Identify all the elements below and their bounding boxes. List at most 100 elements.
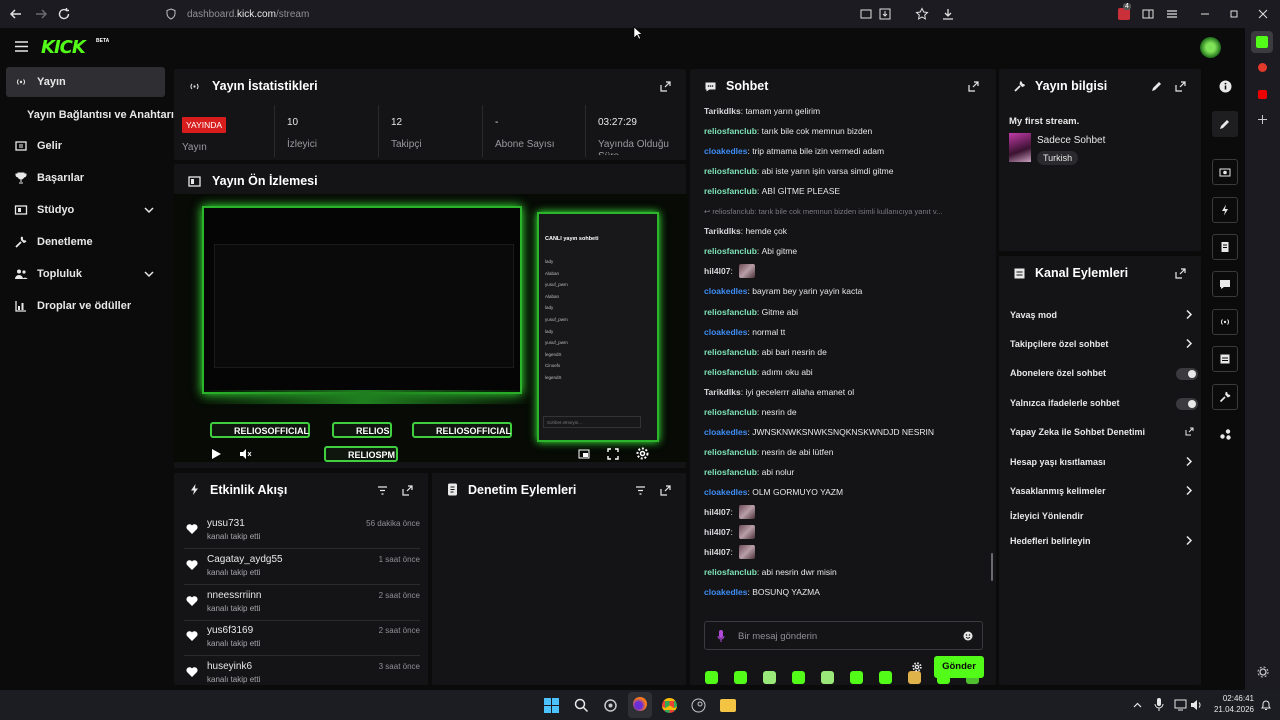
chat-username[interactable]: reliosfanclub bbox=[704, 407, 757, 417]
sidebar-item-yayin[interactable]: Yayın bbox=[6, 67, 165, 97]
mute-icon[interactable] bbox=[239, 448, 252, 460]
category-name[interactable]: Sadece Sohbet bbox=[1037, 135, 1105, 146]
microphone-icon[interactable] bbox=[1154, 698, 1164, 711]
close-window-icon[interactable] bbox=[1256, 7, 1270, 21]
firefox-taskbar-button[interactable] bbox=[628, 692, 652, 718]
widgets-icon[interactable] bbox=[603, 698, 618, 713]
channel-action-ai-moderation[interactable]: Yapay Zeka ile Sohbet Denetimi bbox=[1010, 425, 1194, 439]
chrome-icon[interactable] bbox=[662, 698, 677, 713]
activity-user[interactable]: huseyink6 bbox=[207, 661, 252, 672]
chat-username[interactable]: reliosfanclub bbox=[704, 347, 757, 357]
windows-start-icon[interactable] bbox=[544, 698, 559, 713]
rail-chat-button[interactable] bbox=[1212, 271, 1238, 297]
save-icon[interactable] bbox=[878, 7, 892, 21]
search-icon[interactable] bbox=[574, 698, 589, 713]
reload-icon[interactable] bbox=[57, 7, 71, 21]
notification-bell-icon[interactable] bbox=[1260, 699, 1272, 711]
chat-username[interactable]: hil4l07 bbox=[704, 266, 730, 276]
pocket-icon[interactable] bbox=[1258, 63, 1267, 72]
emote-button[interactable] bbox=[850, 671, 863, 684]
user-avatar[interactable] bbox=[1200, 37, 1221, 58]
emote-only-toggle[interactable] bbox=[1176, 398, 1198, 410]
volume-icon[interactable] bbox=[1190, 699, 1202, 711]
network-icon[interactable] bbox=[1174, 699, 1187, 711]
chat-username[interactable]: reliosfanclub bbox=[704, 186, 757, 196]
bookmark-star-icon[interactable] bbox=[915, 7, 929, 21]
chat-username[interactable]: hil4l07 bbox=[704, 507, 730, 517]
menu-icon[interactable] bbox=[1165, 7, 1179, 21]
chat-username[interactable]: reliosfanclub bbox=[704, 467, 757, 477]
rail-channel-actions-button[interactable] bbox=[1212, 346, 1238, 372]
chat-username[interactable]: cloakedles bbox=[704, 286, 747, 296]
rail-stream-info-button[interactable] bbox=[1212, 384, 1238, 410]
emote-button[interactable] bbox=[821, 671, 834, 684]
emote-button[interactable] bbox=[879, 671, 892, 684]
sidebar-item-stream-key[interactable]: Yayın Bağlantısı ve Anahtarı bbox=[20, 100, 179, 130]
chat-username[interactable]: cloakedles bbox=[704, 427, 747, 437]
chat-username[interactable]: cloakedles bbox=[704, 587, 747, 597]
chat-scrollbar[interactable] bbox=[991, 553, 993, 581]
chat-username[interactable]: reliosfanclub bbox=[704, 246, 757, 256]
hamburger-icon[interactable] bbox=[15, 41, 28, 52]
emote-button[interactable] bbox=[734, 671, 747, 684]
kick-logo[interactable]: KICK bbox=[41, 37, 86, 58]
address-bar[interactable]: dashboard.kick.com/stream bbox=[165, 5, 945, 23]
sidebar-toggle-icon[interactable] bbox=[1141, 7, 1155, 21]
popout-icon[interactable] bbox=[402, 485, 413, 496]
minimize-icon[interactable] bbox=[1198, 7, 1212, 21]
popout-icon[interactable] bbox=[660, 81, 671, 92]
popout-icon[interactable] bbox=[968, 81, 979, 92]
file-explorer-icon[interactable] bbox=[720, 699, 736, 712]
back-icon[interactable] bbox=[9, 7, 23, 21]
chat-username[interactable]: Tarikdlks bbox=[704, 387, 741, 397]
chat-username[interactable]: reliosfanclub bbox=[704, 447, 757, 457]
youtube-icon[interactable] bbox=[1258, 90, 1267, 99]
taskbar-clock[interactable]: 02:46:41 21.04.2026 bbox=[1210, 693, 1254, 715]
emote-button[interactable] bbox=[792, 671, 805, 684]
add-sidebar-icon[interactable] bbox=[1257, 114, 1268, 125]
stream-preview-video[interactable]: CANLI yayın sohbeti lady Alaban yusuf_pw… bbox=[174, 194, 688, 462]
popout-icon[interactable] bbox=[1175, 81, 1186, 92]
send-button[interactable]: Gönder bbox=[934, 656, 984, 678]
kick-sidebar-tab[interactable] bbox=[1251, 31, 1273, 53]
chat-username[interactable]: Tarikdlks bbox=[704, 226, 741, 236]
screenshot-icon[interactable] bbox=[859, 7, 873, 21]
forward-icon[interactable] bbox=[34, 7, 48, 21]
sidebar-item-droplar[interactable]: Droplar ve ödüller bbox=[6, 291, 165, 321]
add-widget-icon[interactable] bbox=[1219, 428, 1232, 441]
filter-icon[interactable] bbox=[377, 485, 388, 496]
emote-button[interactable] bbox=[705, 671, 718, 684]
emoji-icon[interactable] bbox=[963, 631, 973, 641]
pip-icon[interactable] bbox=[578, 448, 590, 460]
rail-camera-button[interactable] bbox=[1212, 159, 1238, 185]
sidebar-item-denetleme[interactable]: Denetleme bbox=[6, 227, 165, 257]
chat-username[interactable]: hil4l07 bbox=[704, 547, 730, 557]
chat-username[interactable]: cloakedles bbox=[704, 146, 747, 156]
channel-action-followers-only[interactable]: Takipçilere özel sohbet bbox=[1010, 337, 1193, 351]
restore-icon[interactable] bbox=[1227, 7, 1241, 21]
chat-username[interactable]: cloakedles bbox=[704, 327, 747, 337]
sidebar-item-gelir[interactable]: Gelir bbox=[6, 131, 165, 161]
channel-action-goals[interactable]: Hedefleri belirleyin bbox=[1010, 534, 1193, 548]
activity-user[interactable]: nneessrriinn bbox=[207, 590, 261, 601]
tray-chevron-up-icon[interactable] bbox=[1133, 701, 1142, 710]
settings-gear-icon[interactable] bbox=[636, 447, 649, 460]
chat-input[interactable]: Bir mesaj gönderin bbox=[704, 621, 983, 650]
emote-button[interactable] bbox=[763, 671, 776, 684]
download-icon[interactable] bbox=[941, 7, 955, 21]
popout-icon[interactable] bbox=[660, 485, 671, 496]
sidebar-item-studyo[interactable]: Stüdyo bbox=[6, 195, 165, 225]
chat-username[interactable]: cloakedles bbox=[704, 487, 747, 497]
chat-username[interactable]: Tarikdlks bbox=[704, 106, 741, 116]
info-icon[interactable] bbox=[1219, 80, 1232, 93]
sidebar-item-basarilar[interactable]: Başarılar bbox=[6, 163, 165, 193]
filter-icon[interactable] bbox=[635, 485, 646, 496]
channel-action-account-age[interactable]: Hesap yaşı kısıtlaması bbox=[1010, 455, 1193, 469]
chat-username[interactable]: reliosfanclub bbox=[704, 307, 757, 317]
activity-user[interactable]: Cagatay_aydg55 bbox=[207, 554, 283, 565]
settings-icon[interactable] bbox=[1257, 666, 1269, 678]
play-icon[interactable] bbox=[210, 448, 222, 460]
microphone-icon[interactable] bbox=[717, 630, 725, 642]
steam-icon[interactable] bbox=[691, 698, 706, 713]
sidebar-item-topluluk[interactable]: Topluluk bbox=[6, 259, 165, 289]
